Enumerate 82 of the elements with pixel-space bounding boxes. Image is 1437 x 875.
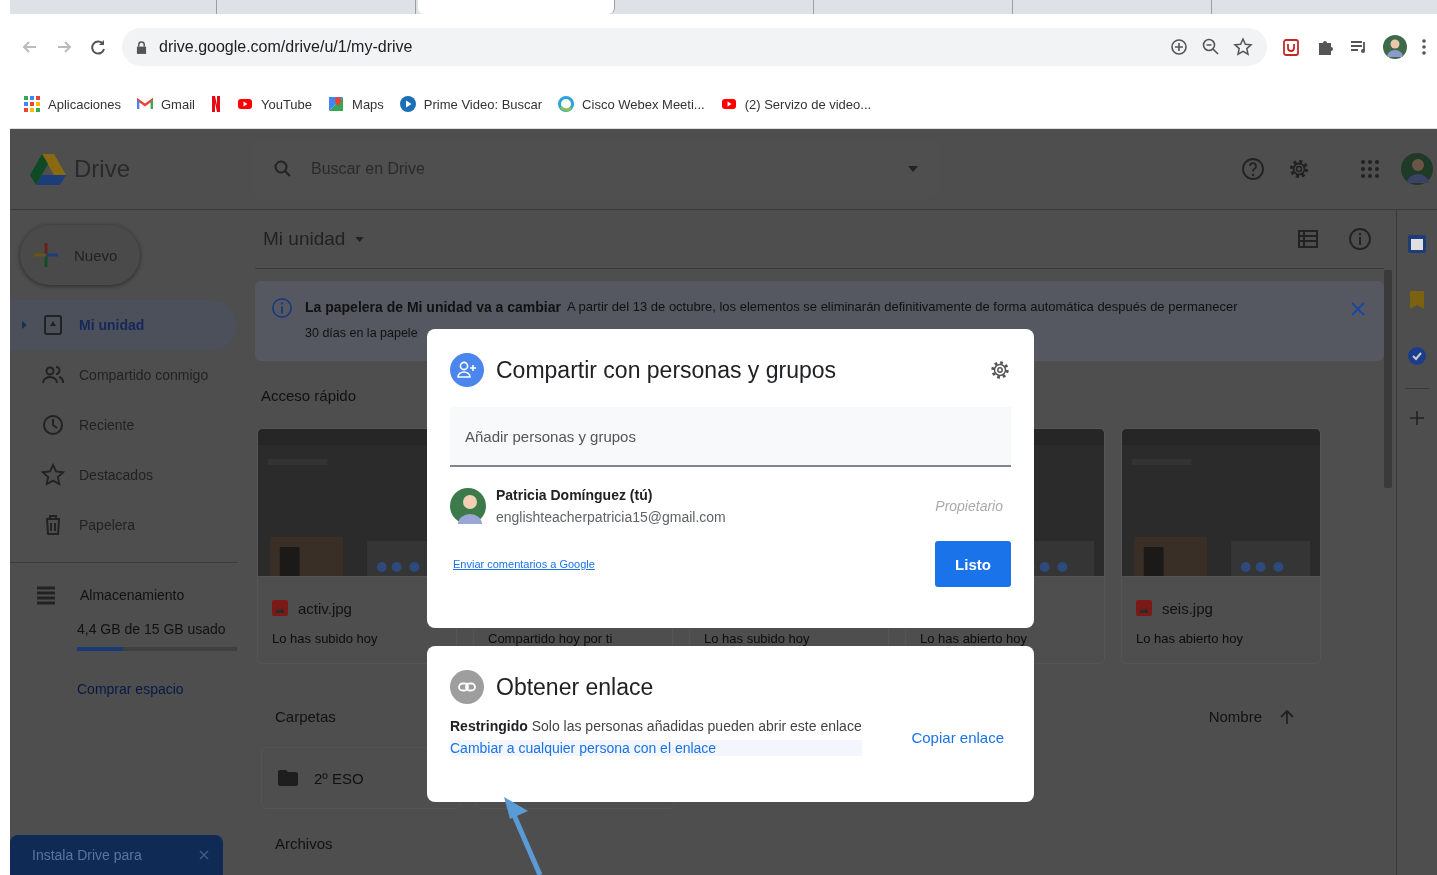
plus-icon[interactable] (1410, 411, 1424, 425)
storage-usage: 4,4 GB de 15 GB usado (76, 621, 227, 637)
notice-text: 30 días en la papele (305, 325, 417, 342)
bookmark[interactable]: YouTube (236, 96, 313, 112)
file-card[interactable]: seis.jpg Lo has abierto hoy (1121, 428, 1321, 664)
storage-label[interactable]: Almacenamiento (80, 587, 185, 603)
section-heading: Archivos (275, 835, 334, 852)
avatar-icon[interactable] (1383, 35, 1407, 59)
add-people-field[interactable]: Añadir personas y grupos (450, 407, 1011, 467)
apps-grid-icon[interactable] (1361, 160, 1379, 178)
buy-storage-link[interactable]: Comprar espacio (10, 681, 255, 697)
access-description: Restringido Solo las personas añadidas pueden abrir este enlace (450, 718, 862, 734)
file-caption: Lo has subido hoy (272, 631, 379, 646)
bookmark[interactable]: Cisco Webex Meeti... (558, 96, 705, 112)
section-heading: Carpetas (275, 708, 336, 725)
extension-icon[interactable] (1281, 37, 1301, 57)
add-person-icon (450, 353, 484, 387)
file-caption: Lo has abierto hoy (920, 631, 1028, 646)
bookmark[interactable]: Gmail (137, 96, 195, 112)
play-button-icon (236, 96, 253, 112)
bookmark[interactable]: (2) Servizo de video... (720, 96, 872, 112)
section-heading: Acceso rápido (261, 387, 358, 404)
expand-arrow-icon[interactable] (22, 321, 27, 329)
address-bar[interactable]: drive.google.com/drive/u/1/my-drive (122, 28, 1267, 66)
close-icon[interactable] (199, 850, 209, 860)
info-icon (271, 297, 293, 319)
ring-icon (558, 96, 575, 112)
info-icon[interactable] (1348, 227, 1372, 251)
arrow-up-icon[interactable] (1280, 708, 1294, 725)
zoom-icon[interactable] (1201, 37, 1221, 57)
image-file-icon (272, 600, 288, 616)
caret-icon[interactable] (908, 166, 918, 172)
add-circle-icon[interactable] (1169, 37, 1189, 57)
settings-icon[interactable] (989, 359, 1011, 381)
person-email: englishteacherpatricia15@gmail.com (496, 509, 726, 525)
file-name: seis.jpg (1162, 599, 1213, 617)
person-name: Patricia Domínguez (tú) (496, 487, 654, 503)
install-text: Instala Drive para (32, 847, 142, 863)
sort-label[interactable]: Nombre (1208, 708, 1262, 725)
dialog-title: Obtener enlace (496, 673, 654, 701)
bookmark[interactable]: Prime Video: Buscar (399, 96, 543, 112)
notice-title: La papelera de Mi unidad va a cambiar (305, 298, 561, 317)
star-icon[interactable] (1233, 37, 1253, 57)
calendar-icon[interactable] (1407, 234, 1427, 254)
file-caption: Lo has subido hoy (704, 631, 811, 646)
image-file-icon (1136, 600, 1152, 616)
scrollbar[interactable] (1384, 270, 1392, 488)
dialog-title: Compartir con personas y grupos (496, 356, 837, 384)
close-icon[interactable] (1350, 301, 1366, 317)
apps-grid-icon (24, 96, 40, 112)
file-name: activ.jpg (298, 599, 352, 617)
notice-text: A partir del 13 de octubre, los elementos se eliminarán definitivamente de forma automática después de permanecer (567, 298, 1238, 316)
copy-link-button[interactable]: Copiar enlace (904, 724, 1011, 750)
role-label: Propietario (935, 498, 1004, 514)
change-access-link[interactable]: Cambiar a cualquier persona con el enlace (450, 740, 862, 756)
envelope-icon (137, 96, 153, 112)
drive-logo-icon[interactable] (30, 153, 66, 185)
avatar-icon (450, 488, 486, 524)
bookmark[interactable]: Maps (328, 96, 384, 112)
play-circle-icon (399, 96, 416, 112)
file-caption: Lo has abierto hoy (1136, 631, 1244, 646)
url-text: drive.google.com/drive/u/1/my-drive (159, 38, 413, 56)
play-button-icon (720, 96, 737, 112)
check-circle-icon[interactable] (1407, 346, 1427, 366)
starred-icon (41, 463, 65, 487)
lock-icon (136, 40, 147, 54)
menu-icon[interactable] (1421, 37, 1427, 57)
folder-icon (278, 770, 298, 786)
folder-name: 2º ESO (314, 769, 364, 787)
done-button[interactable]: Listo (935, 541, 1011, 587)
search-icon (273, 159, 293, 179)
map-pin-icon (328, 96, 345, 112)
link-icon (450, 670, 484, 704)
logo-icon[interactable] (210, 95, 221, 113)
plus-icon (34, 243, 58, 267)
caret-icon[interactable] (355, 236, 365, 242)
drive-icon (41, 313, 65, 337)
file-caption: Compartido hoy por ti (488, 631, 614, 646)
recent-icon (41, 413, 65, 437)
bookmark[interactable]: Aplicaciones (24, 96, 121, 112)
list-view-icon[interactable] (1296, 227, 1320, 251)
help-icon[interactable] (1241, 157, 1265, 181)
